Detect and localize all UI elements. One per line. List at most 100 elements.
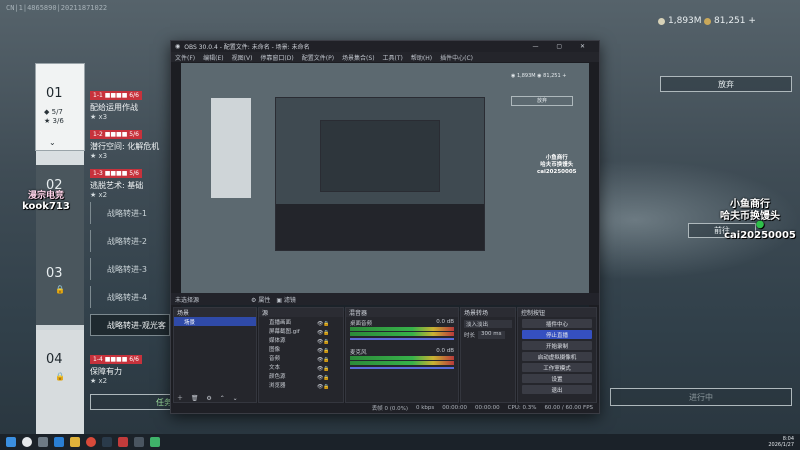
strategy-item-3[interactable]: 战略转进-3 — [90, 258, 180, 280]
sources-dock: 源 直播画面 屏幕截图.gif 媒体源 图像 音频 文本 颜色源 浏览器 👁🔒 👁… — [258, 307, 344, 403]
obs-taskbar-icon[interactable] — [134, 437, 144, 447]
studio-mode-button[interactable]: 工作室模式 — [522, 363, 592, 372]
obs-titlebar[interactable]: ◉ OBS 30.0.4 - 配置文件: 未命名 - 场景: 未命名 — ▢ ✕ — [171, 41, 599, 52]
volume-slider[interactable] — [350, 367, 454, 369]
source-item[interactable]: 直播画面 — [259, 317, 343, 326]
settings-button[interactable]: 设置 — [522, 374, 592, 383]
menu-scene-collection[interactable]: 场景集合(S) — [342, 53, 375, 62]
obs-status-bar: 丢帧 0 (0.0%) 0 kbps 00:00:00 00:00:00 CPU… — [171, 403, 599, 413]
scene-controls[interactable]: ＋ 🗑 ⚙ ⌃ ⌄ — [177, 393, 241, 402]
filters-button[interactable]: ▣ 滤镜 — [276, 295, 296, 304]
chapter-01-stat-1: ◆ 5/7 — [44, 108, 63, 116]
chapter-01-card[interactable] — [36, 64, 84, 150]
audio-meter — [350, 327, 454, 331]
chrome-icon[interactable] — [86, 437, 96, 447]
strategy-item-4[interactable]: 战略转进-4 — [90, 286, 180, 308]
preview-shop-overlay: 小鱼商行 哈夫币换馒头 cai20250005 — [537, 155, 577, 175]
currency-primary: 1,893M — [658, 16, 702, 26]
edge-icon[interactable] — [54, 437, 64, 447]
nested-preview — [275, 97, 485, 251]
wechat-icon: ● — [755, 219, 765, 230]
system-tray-clock[interactable]: 8:04 2026/1/27 — [768, 436, 794, 448]
search-icon[interactable] — [22, 437, 32, 447]
scene-item[interactable]: 场景 — [174, 317, 256, 326]
transition-duration[interactable]: 时长 300 ms — [464, 331, 512, 339]
start-recording-button[interactable]: 开始录制 — [522, 341, 592, 350]
preview-abandon-button: 放弃 — [511, 96, 573, 106]
abandon-button[interactable]: 放弃 — [660, 76, 792, 92]
source-item[interactable]: 媒体源 — [259, 335, 343, 344]
obs-preview[interactable]: ◉ 1,893M ◉ 81,251 + 放弃 小鱼商行 哈夫币换馒头 cai2025… — [181, 63, 589, 311]
mixer-dock: 混音器 桌面音频 0.0 dB 麦克风 0.0 dB — [345, 307, 459, 403]
steam-icon[interactable] — [102, 437, 112, 447]
audio-meter — [350, 332, 454, 336]
menu-view[interactable]: 视图(V) — [232, 53, 253, 62]
obs-menubar: 文件(F) 编辑(E) 视图(V) 停靠窗口(D) 配置文件(P) 场景集合(S… — [171, 52, 599, 62]
transitions-dock-title: 场景转场 — [461, 308, 515, 317]
menu-tools[interactable]: 工具(T) — [383, 53, 403, 62]
volume-slider[interactable] — [350, 338, 454, 340]
chapter-03-number[interactable]: 03 — [46, 266, 63, 281]
source-item[interactable]: 音频 — [259, 353, 343, 362]
chapter-01-number: 01 — [46, 86, 63, 101]
virtual-camera-button[interactable]: 启动虚拟摄像机 — [522, 352, 592, 361]
task-tag: 1-4 ■■■■ 6/6 — [90, 355, 142, 364]
source-visibility-icons[interactable]: 👁🔒 👁🔒 👁🔒 👁🔒 👁🔒 👁🔒 👁🔒 👁🔒 — [317, 320, 330, 392]
game-launcher-icon[interactable] — [118, 437, 128, 447]
task-tag: 1-2 ■■■■ 5/6 — [90, 130, 142, 139]
strategy-item-2[interactable]: 战略转进-2 — [90, 230, 180, 252]
anime-watermark-logo: 漫宗电竞 kook713 — [22, 191, 70, 212]
obs-window[interactable]: ◉ OBS 30.0.4 - 配置文件: 未命名 - 场景: 未命名 — ▢ ✕… — [170, 40, 600, 414]
menu-docks[interactable]: 停靠窗口(D) — [260, 53, 293, 62]
transition-select[interactable]: 淡入淡出 — [464, 320, 512, 328]
menu-edit[interactable]: 编辑(E) — [203, 53, 223, 62]
dollar-coin-icon — [658, 17, 665, 25]
audio-meter — [350, 356, 454, 360]
gold-coin-icon — [704, 17, 711, 25]
properties-button[interactable]: ⚙ 属性 — [251, 295, 270, 304]
source-item[interactable]: 文本 — [259, 362, 343, 371]
bitrate: 0 kbps — [415, 405, 435, 411]
sources-dock-title: 源 — [259, 308, 343, 317]
audio-meter — [350, 361, 454, 365]
source-item[interactable]: 颜色源 — [259, 371, 343, 380]
stop-streaming-button[interactable]: 停止直播 — [522, 330, 592, 339]
chapter-04-number[interactable]: 04 — [46, 352, 63, 367]
mixer-channel-desktop: 桌面音频 0.0 dB — [346, 317, 458, 342]
app-icon[interactable] — [150, 437, 160, 447]
source-item[interactable]: 屏幕截图.gif — [259, 326, 343, 335]
in-progress-button[interactable]: 进行中 — [610, 388, 792, 406]
chevron-down-icon[interactable]: ⌄ — [49, 138, 56, 147]
preview-currency: ◉ 1,893M ◉ 81,251 + — [511, 73, 567, 79]
plugin-center-button[interactable]: 插件中心 — [522, 319, 592, 328]
strategy-item-selected[interactable]: 战略转进-观光客 — [90, 314, 170, 336]
menu-plugins[interactable]: 插件中心(C) — [440, 53, 473, 62]
task-view-icon[interactable] — [38, 437, 48, 447]
scenes-dock: 场景 场景 ＋ 🗑 ⚙ ⌃ ⌄ — [173, 307, 257, 403]
windows-taskbar — [0, 434, 800, 450]
lock-icon-2: 🔒 — [55, 372, 65, 381]
exit-button[interactable]: 退出 — [522, 385, 592, 394]
controls-dock: 控制按钮 插件中心 停止直播 开始录制 启动虚拟摄像机 工作室模式 设置 退出 — [517, 307, 597, 403]
strategy-item-1[interactable]: 战略转进-1 — [90, 202, 180, 224]
file-explorer-icon[interactable] — [70, 437, 80, 447]
mixer-dock-title: 混音器 — [346, 308, 458, 317]
chapter-01-stat-2: ★ 3/6 — [44, 117, 64, 125]
nested-preview-inner — [320, 120, 440, 192]
windows-start-icon[interactable] — [6, 437, 16, 447]
obs-logo-icon: ◉ — [175, 43, 181, 50]
session-id: CN|1|4865890|20211871022 — [6, 4, 108, 12]
menu-help[interactable]: 帮助(H) — [411, 53, 432, 62]
chapter-section-light — [36, 330, 84, 434]
menu-profile[interactable]: 配置文件(P) — [302, 53, 334, 62]
window-controls[interactable]: — ▢ ✕ — [532, 43, 593, 50]
source-item[interactable]: 浏览器 — [259, 380, 343, 389]
source-item[interactable]: 图像 — [259, 344, 343, 353]
menu-file[interactable]: 文件(F) — [175, 53, 195, 62]
cpu-usage: CPU: 0.3% — [507, 405, 537, 411]
currency-secondary: 81,251 + — [704, 16, 756, 26]
task-tag: 1-1 ■■■■ 6/6 — [90, 91, 142, 100]
lock-icon: 🔒 — [55, 285, 65, 294]
no-source-label: 未选择源 — [175, 296, 200, 304]
shop-id: ● cai20250005 — [724, 219, 796, 241]
